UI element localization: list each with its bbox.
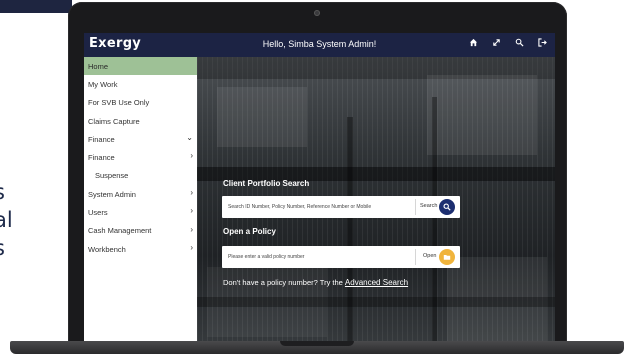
folder-icon: [443, 255, 451, 260]
sidebar-item-label: Workbench: [88, 244, 126, 254]
home-icon[interactable]: [466, 38, 480, 50]
sidebar-item-label: For SVB Use Only: [88, 98, 150, 108]
logout-icon[interactable]: [535, 38, 549, 50]
side-text-line-3: s: [0, 234, 30, 262]
laptop-base: [10, 341, 624, 354]
sidebar: Home My Work For SVB Use Only Claims Cap…: [84, 57, 197, 341]
sidebar-item-label: Suspense: [95, 171, 129, 181]
camera-icon: [314, 10, 320, 16]
search-icon[interactable]: [512, 38, 526, 50]
client-search-box: Search: [222, 196, 460, 218]
search-button-label[interactable]: Search: [420, 203, 437, 209]
sidebar-item-label: Finance: [88, 134, 115, 144]
chevron-right-icon: ›: [190, 188, 193, 198]
laptop-notch: [280, 341, 354, 346]
sidebar-item-my-work[interactable]: My Work: [84, 75, 197, 93]
hint-text: Don't have a policy number? Try the: [223, 278, 343, 287]
header-icons: [466, 38, 549, 50]
chevron-right-icon: ›: [190, 242, 193, 252]
sidebar-item-finance[interactable]: Finance ›: [84, 148, 197, 166]
sidebar-item-system-admin[interactable]: System Admin ›: [84, 185, 197, 203]
client-search-input[interactable]: [222, 196, 412, 218]
open-button-label[interactable]: Open: [423, 253, 436, 259]
search-button[interactable]: [439, 199, 455, 215]
sidebar-item-cash-management[interactable]: Cash Management ›: [84, 222, 197, 240]
sidebar-item-suspense[interactable]: Suspense: [84, 167, 197, 185]
side-text: s al s: [0, 178, 30, 262]
divider: [415, 199, 416, 215]
sidebar-item-label: Claims Capture: [88, 116, 140, 126]
chevron-down-icon: ⌄: [186, 133, 193, 143]
open-button[interactable]: [439, 249, 455, 265]
open-policy-box: Open: [222, 246, 460, 268]
open-policy-title: Open a Policy: [223, 227, 276, 236]
sidebar-item-home[interactable]: Home: [84, 57, 197, 76]
expand-icon[interactable]: [489, 38, 503, 50]
sidebar-item-finance-expanded[interactable]: Finance ⌄: [84, 130, 197, 148]
advanced-search-link[interactable]: Advanced Search: [345, 278, 408, 287]
chevron-right-icon: ›: [190, 151, 193, 161]
sidebar-item-label: My Work: [88, 79, 118, 89]
client-search-title: Client Portfolio Search: [223, 179, 310, 188]
sidebar-item-label: Home: [88, 61, 109, 71]
search-icon: [443, 203, 451, 211]
sidebar-item-label: System Admin: [88, 189, 136, 199]
side-text-line-2: al: [0, 208, 13, 232]
app-header: Exergy Hello, Simba System Admin!: [84, 33, 555, 57]
policy-number-input[interactable]: [222, 246, 412, 268]
divider: [415, 249, 416, 265]
sidebar-item-svb[interactable]: For SVB Use Only: [84, 94, 197, 112]
sidebar-item-workbench[interactable]: Workbench ›: [84, 240, 197, 258]
sidebar-item-users[interactable]: Users ›: [84, 203, 197, 221]
main-content: Client Portfolio Search Search Open a Po…: [197, 57, 555, 341]
side-text-line-1: s: [0, 178, 30, 206]
advanced-search-hint: Don't have a policy number? Try the Adva…: [223, 278, 408, 287]
page: s al s Exergy Hello, Simba System Admin!: [0, 0, 634, 358]
sidebar-item-claims-capture[interactable]: Claims Capture: [84, 112, 197, 130]
chevron-right-icon: ›: [190, 206, 193, 216]
top-strip: [0, 0, 72, 13]
sidebar-item-label: Finance: [88, 153, 115, 163]
sidebar-item-label: Users: [88, 208, 108, 218]
sidebar-item-label: Cash Management: [88, 226, 152, 236]
chevron-right-icon: ›: [190, 224, 193, 234]
app-screen: Exergy Hello, Simba System Admin! Home M…: [84, 33, 555, 341]
